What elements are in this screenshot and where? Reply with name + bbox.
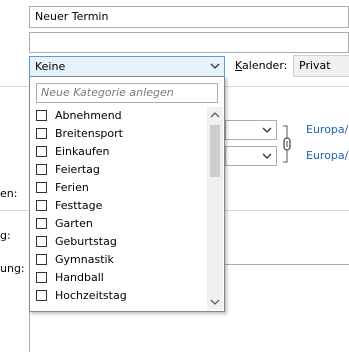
category-item[interactable]: Einkaufen	[30, 143, 208, 161]
subject-text: Neuer Termin	[35, 10, 109, 23]
category-item-label: Breitensport	[55, 127, 123, 140]
subject-field[interactable]: Neuer Termin	[29, 6, 349, 28]
category-item-label: Handball	[55, 271, 104, 284]
checkbox[interactable]	[36, 164, 47, 175]
category-dropdown: Neue Kategorie anlegen Abnehmend Breiten…	[29, 76, 225, 312]
category-item-label: Geburtstag	[55, 235, 117, 248]
category-item[interactable]: Feiertag	[30, 161, 208, 179]
checkbox[interactable]	[36, 218, 47, 229]
category-item[interactable]: Ferien	[30, 179, 208, 197]
checkbox[interactable]	[36, 146, 47, 157]
category-item-label: Feiertag	[55, 163, 100, 176]
category-item[interactable]: Breitensport	[30, 125, 208, 143]
side-label-a: en:	[0, 187, 18, 200]
divider	[225, 210, 349, 211]
category-item[interactable]: Festtage	[30, 197, 208, 215]
start-timezone-link[interactable]: Europa/	[306, 123, 348, 136]
location-field[interactable]	[29, 32, 349, 53]
checkbox[interactable]	[36, 200, 47, 211]
checkbox[interactable]	[36, 254, 47, 265]
checkbox[interactable]	[36, 128, 47, 139]
end-time-combo[interactable]	[225, 146, 277, 166]
side-label-b: g:	[0, 229, 11, 242]
timezone-link-icon[interactable]	[281, 124, 293, 164]
category-item-label: Ferien	[55, 181, 89, 194]
category-item-label: Einkaufen	[55, 145, 110, 158]
category-item[interactable]: Gymnastik	[30, 251, 208, 269]
new-category-input[interactable]: Neue Kategorie anlegen	[36, 83, 218, 103]
category-item-label: Abnehmend	[55, 109, 122, 122]
divider	[225, 86, 349, 87]
divider	[0, 210, 29, 211]
calendar-select[interactable]: Privat	[293, 55, 349, 77]
category-item-label: Festtage	[55, 199, 103, 212]
chevron-down-icon	[262, 153, 272, 159]
side-label-c: ung:	[0, 262, 25, 275]
checkbox[interactable]	[36, 272, 47, 283]
calendar-value: Privat	[299, 59, 331, 72]
calendar-label-accel: K	[235, 59, 243, 72]
start-time-combo[interactable]	[225, 120, 277, 140]
scrollbar-thumb[interactable]	[210, 125, 220, 177]
checkbox[interactable]	[36, 290, 47, 301]
chevron-down-icon	[210, 63, 220, 69]
category-item-label: Gymnastik	[55, 253, 114, 266]
category-item[interactable]: Hochzeitstag	[30, 287, 208, 305]
checkbox[interactable]	[36, 182, 47, 193]
end-timezone-link[interactable]: Europa/	[306, 149, 348, 162]
checkbox[interactable]	[36, 110, 47, 121]
category-list: Abnehmend Breitensport Einkaufen Feierta…	[30, 107, 208, 305]
new-category-placeholder: Neue Kategorie anlegen	[41, 86, 174, 99]
category-item[interactable]: Geburtstag	[30, 233, 208, 251]
checkbox[interactable]	[36, 236, 47, 247]
calendar-label: Kalender:	[235, 59, 287, 72]
category-item[interactable]: Handball	[30, 269, 208, 287]
chevron-down-icon[interactable]	[210, 297, 220, 307]
category-selected-value: Keine	[35, 60, 66, 73]
scrollbar[interactable]	[207, 107, 223, 310]
category-select[interactable]: Keine	[29, 56, 225, 77]
category-item-label: Hochzeitstag	[55, 289, 127, 302]
category-item[interactable]: Abnehmend	[30, 107, 208, 125]
divider	[0, 86, 29, 87]
category-item-label: Garten	[55, 217, 93, 230]
calendar-label-rest: alender:	[242, 59, 288, 72]
category-item[interactable]: Garten	[30, 215, 208, 233]
chevron-down-icon	[262, 127, 272, 133]
chevron-up-icon[interactable]	[210, 110, 220, 120]
